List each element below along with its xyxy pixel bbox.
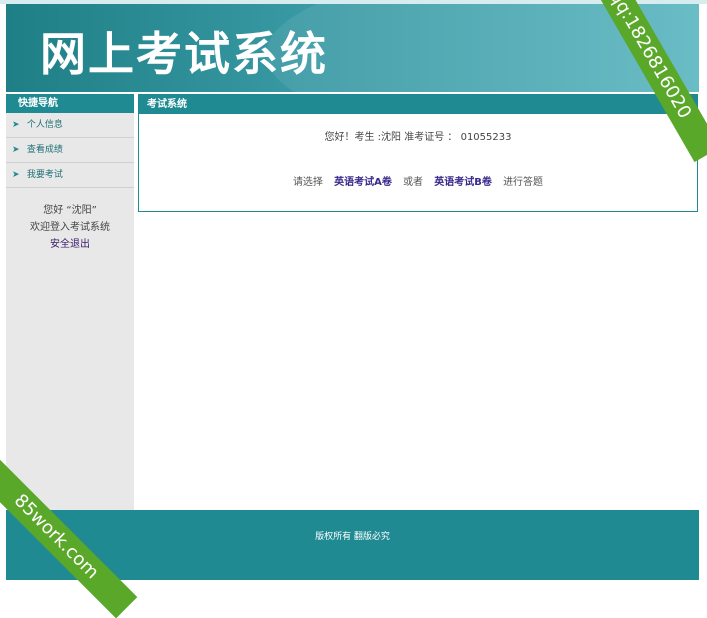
site-header: 网上考试系统 [6, 4, 699, 92]
logout-link[interactable]: 安全退出 [6, 236, 134, 253]
sidebar-item-label: 我要考试 [26, 170, 63, 180]
exam-choice: 请选择 英语考试A卷 或者 英语考试B卷 进行答题 [139, 173, 697, 188]
arrow-icon: ➤ [12, 145, 20, 155]
welcome-hello: 您好 “沈阳” [43, 205, 97, 216]
exam-panel: 考试系统 您好！考生 :沈阳 准考证号 ： 01055233 请选择 英语考试A… [138, 94, 698, 212]
choose-prefix: 请选择 [292, 177, 323, 188]
exam-b-link[interactable]: 英语考试B卷 [434, 177, 492, 188]
arrow-icon: ➤ [12, 120, 20, 130]
sidebar: 快捷导航 ➤ 个人信息 ➤ 查看成绩 ➤ 我要考试 您好 “沈阳” 欢迎登入考试… [6, 94, 134, 510]
panel-heading: 考试系统 [139, 95, 697, 114]
copyright-text: 版权所有 翻版必究 [315, 532, 390, 542]
site-title: 网上考试系统 [40, 27, 328, 81]
candidate-greeting: 您好！考生 :沈阳 准考证号 ： 01055233 [324, 132, 512, 143]
sidebar-item-take-exam[interactable]: ➤ 我要考试 [6, 163, 134, 188]
choose-suffix: 进行答题 [503, 177, 544, 188]
sidebar-item-label: 查看成绩 [26, 145, 63, 155]
sidebar-item-label: 个人信息 [26, 120, 63, 130]
welcome-box: 您好 “沈阳” 欢迎登入考试系统 安全退出 [6, 202, 134, 253]
welcome-message: 欢迎登入考试系统 [30, 222, 110, 233]
exam-a-link[interactable]: 英语考试A卷 [334, 177, 392, 188]
sidebar-item-profile[interactable]: ➤ 个人信息 [6, 113, 134, 138]
arrow-icon: ➤ [12, 170, 20, 180]
sidebar-heading: 快捷导航 [6, 94, 134, 113]
choose-or: 或者 [403, 177, 424, 188]
sidebar-item-scores[interactable]: ➤ 查看成绩 [6, 138, 134, 163]
